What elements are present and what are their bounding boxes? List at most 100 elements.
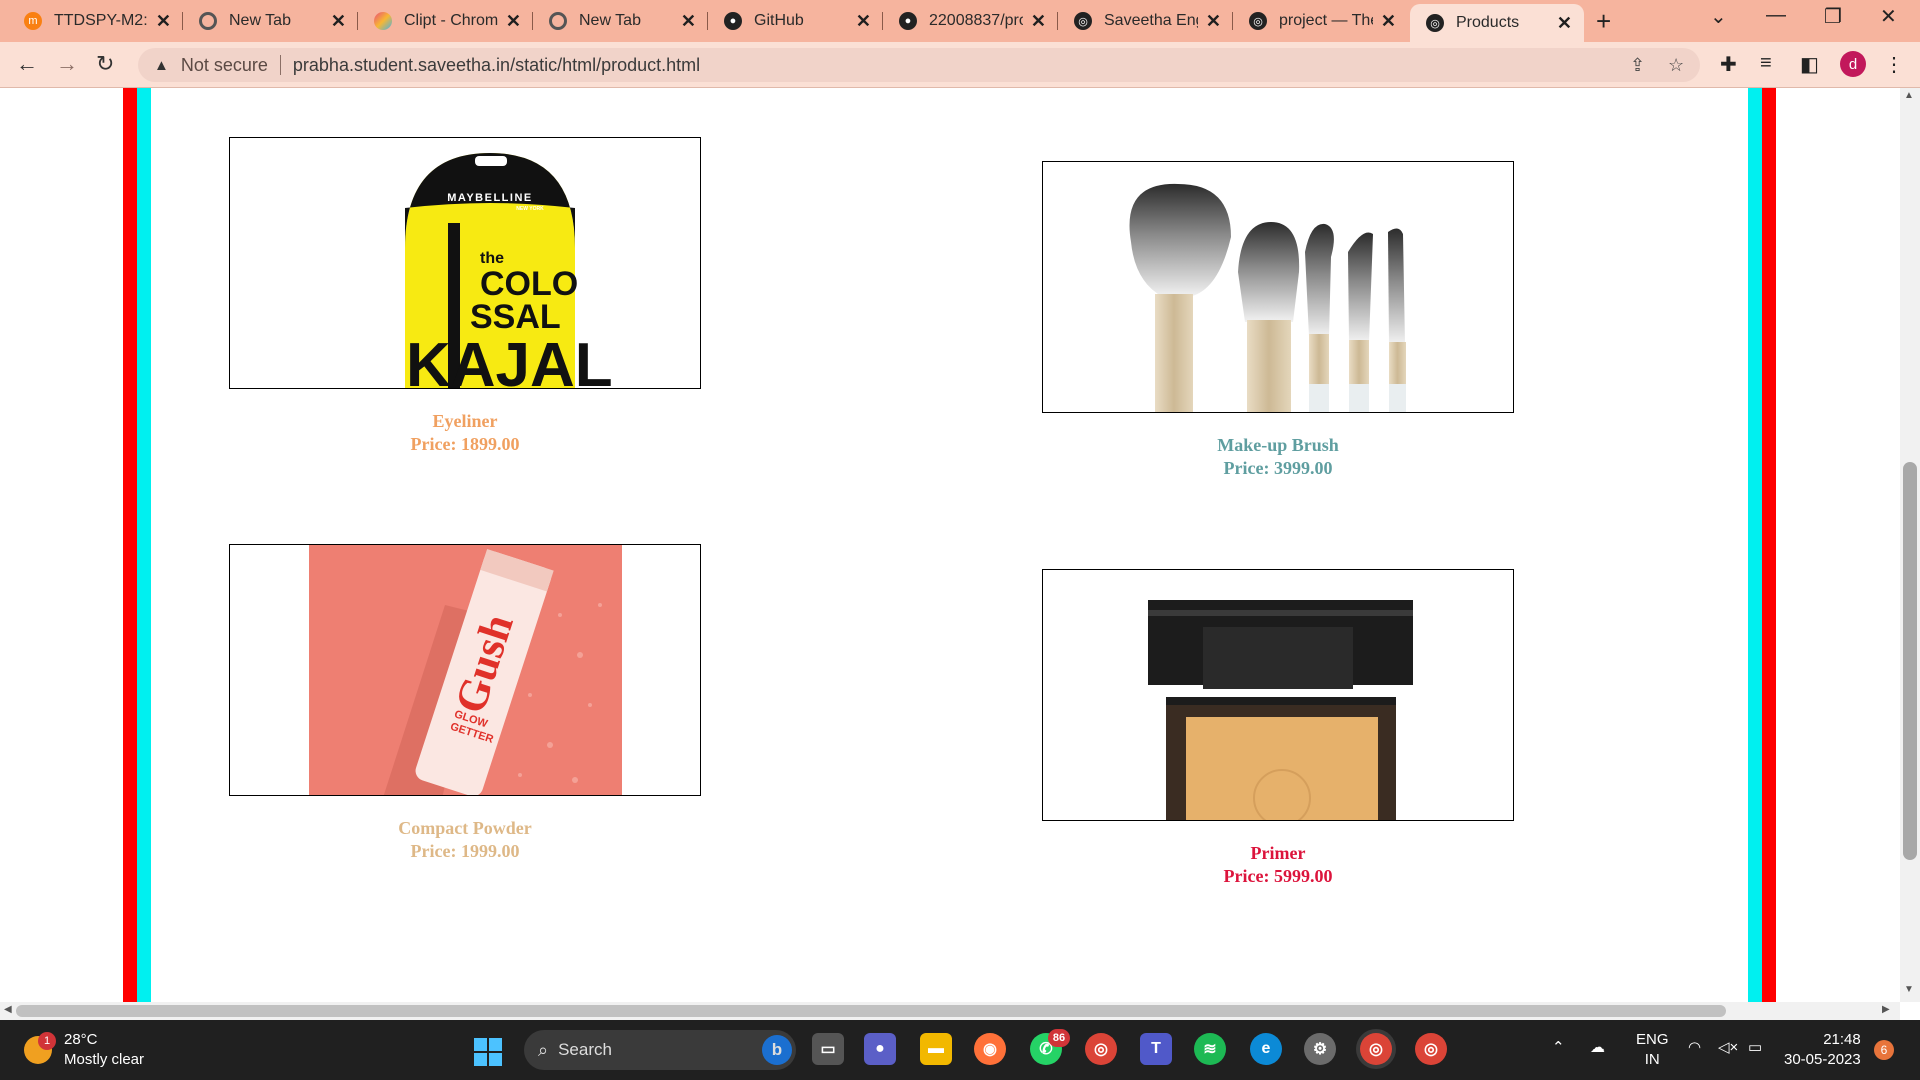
spotify-icon[interactable]: ≋ [1194, 1033, 1226, 1065]
clipt-icon [374, 12, 392, 30]
scroll-down-icon[interactable]: ▼ [1904, 984, 1914, 995]
lang-top: ENG [1636, 1031, 1669, 1048]
menu-icon[interactable]: ⋮ [1884, 52, 1904, 77]
windows-taskbar: 1 28°C Mostly clear ⌕ Search b ▭ ● ▬ ◉ ✆… [0, 1020, 1920, 1080]
product-card-eyeliner: MAYBELLINE NEW YORK the COLO SSAL KAJAL … [229, 137, 701, 456]
tab-search-icon[interactable]: ⌄ [1710, 4, 1727, 29]
language-indicator[interactable]: ENG IN [1636, 1030, 1669, 1070]
close-icon[interactable]: ✕ [1381, 11, 1396, 32]
product-image-primer[interactable] [1042, 569, 1514, 821]
whatsapp-icon[interactable]: ✆ 86 [1030, 1029, 1070, 1065]
bing-icon[interactable]: b [762, 1035, 792, 1065]
restore-icon[interactable]: ❐ [1824, 4, 1842, 29]
product-card-brush: Make-up Brush Price: 3999.00 [1042, 161, 1514, 480]
scroll-up-icon[interactable]: ▲ [1904, 90, 1914, 101]
kajal-line4: KAJAL [406, 331, 613, 388]
tab-project[interactable]: ◎ project — The ✕ [1233, 4, 1408, 38]
tab-github-repo[interactable]: ● 22008837/pro ✕ [883, 4, 1058, 38]
lang-bottom: IN [1644, 1051, 1660, 1068]
kajal-brand-sub: NEW YORK [516, 206, 544, 212]
tab-title: project — The [1279, 12, 1373, 29]
star-icon[interactable]: ☆ [1668, 55, 1684, 76]
minimize-icon[interactable]: — [1766, 4, 1786, 27]
battery-icon[interactable]: ▭ [1748, 1038, 1762, 1056]
tab-title: Saveetha Engi [1104, 12, 1198, 29]
reload-icon[interactable]: ↻ [96, 51, 114, 77]
kajal-brand: MAYBELLINE [447, 192, 533, 204]
product-price: Price: 5999.00 [1223, 866, 1333, 886]
side-panel-icon[interactable]: ◧ [1800, 52, 1819, 77]
tab-new-tab-2[interactable]: New Tab ✕ [533, 4, 708, 38]
back-icon[interactable]: ← [16, 51, 38, 77]
compact-image [1148, 600, 1413, 820]
chrome-icon[interactable]: ◎ [1085, 1033, 1117, 1065]
edge-icon[interactable]: e [1250, 1033, 1282, 1065]
close-icon[interactable]: ✕ [156, 11, 171, 32]
tab-github[interactable]: ● GitHub ✕ [708, 4, 883, 38]
product-name: Compact Powder [398, 818, 532, 838]
taskbar-search[interactable]: ⌕ Search b [524, 1030, 796, 1070]
tab-title: Clipt - Chrome [404, 12, 498, 29]
product-price: Price: 1899.00 [410, 434, 520, 454]
temperature: 28°C [64, 1031, 98, 1048]
onedrive-icon[interactable]: ☁ [1590, 1038, 1605, 1056]
task-view-icon[interactable]: ▭ [812, 1033, 844, 1065]
chrome-alt-icon[interactable]: ◎ [1415, 1033, 1447, 1065]
firefox-icon[interactable]: ◉ [974, 1033, 1006, 1065]
tab-new-tab-1[interactable]: New Tab ✕ [183, 4, 358, 38]
tab-saveetha[interactable]: ◎ Saveetha Engi ✕ [1058, 4, 1233, 38]
globe-icon: ◎ [1074, 12, 1092, 30]
product-name: Primer [1250, 843, 1306, 863]
chat-icon[interactable]: ● [864, 1033, 896, 1065]
tab-title: New Tab [229, 12, 291, 29]
weather-widget[interactable]: 1 28°C Mostly clear [24, 1030, 144, 1070]
close-icon[interactable]: ✕ [506, 11, 521, 32]
extensions-icon[interactable]: ✚ [1720, 52, 1737, 77]
tray-overflow-icon[interactable]: ⌃ [1552, 1038, 1565, 1056]
new-tab-button[interactable]: + [1596, 6, 1611, 37]
volume-muted-icon[interactable]: ◁× [1718, 1038, 1738, 1056]
product-image-compact-powder[interactable]: Gush GLOW GETTER [229, 544, 701, 796]
wifi-icon[interactable]: ◠ [1688, 1038, 1701, 1056]
url-text[interactable]: prabha.student.saveetha.in/static/html/p… [293, 55, 700, 76]
start-button[interactable] [474, 1038, 502, 1066]
media-icon[interactable]: ≡ [1760, 52, 1772, 75]
forward-icon[interactable]: → [56, 51, 78, 77]
system-clock[interactable]: 21:48 30-05-2023 [1784, 1030, 1861, 1070]
product-image-brush[interactable] [1042, 161, 1514, 413]
chrome-profile-icon[interactable]: ◎ [1360, 1033, 1392, 1065]
close-icon[interactable]: ✕ [681, 11, 696, 32]
left-red-stripe [123, 88, 137, 1002]
weather-condition: Mostly clear [64, 1051, 145, 1068]
product-card-compact-powder: Gush GLOW GETTER Compact Powder Price: 1… [229, 544, 701, 863]
tab-clipt[interactable]: Clipt - Chrome ✕ [358, 4, 533, 38]
teams-icon[interactable]: T [1140, 1033, 1172, 1065]
tab-strip: m TTDSPY-M2: M ✕ New Tab ✕ Clipt - Chrom… [0, 0, 1920, 42]
product-image-eyeliner[interactable]: MAYBELLINE NEW YORK the COLO SSAL KAJAL [229, 137, 701, 389]
share-icon[interactable]: ⇪ [1630, 55, 1645, 76]
close-icon[interactable]: ✕ [1206, 11, 1221, 32]
tube-image: Gush GLOW GETTER [309, 545, 622, 795]
profile-avatar[interactable]: d [1840, 51, 1866, 77]
github-icon: ● [724, 12, 742, 30]
product-price: Price: 1999.00 [410, 841, 520, 861]
file-explorer-icon[interactable]: ▬ [920, 1033, 952, 1065]
notification-badge[interactable]: 6 [1874, 1040, 1894, 1060]
tab-moodle[interactable]: m TTDSPY-M2: M ✕ [8, 4, 183, 38]
close-icon[interactable]: ✕ [856, 11, 871, 32]
close-icon[interactable]: ✕ [1557, 13, 1572, 34]
tab-products[interactable]: ◎ Products ✕ [1410, 4, 1584, 42]
horizontal-scroll-thumb[interactable] [16, 1005, 1726, 1017]
chrome-icon [549, 12, 567, 30]
settings-icon[interactable]: ⚙ [1304, 1033, 1336, 1065]
address-bar[interactable]: ▲ Not secure prabha.student.saveetha.in/… [138, 48, 1700, 82]
scroll-left-icon[interactable]: ◀ [4, 1004, 12, 1015]
close-icon[interactable]: ✕ [331, 11, 346, 32]
close-icon[interactable]: ✕ [1031, 11, 1046, 32]
warning-icon[interactable]: ▲ [154, 57, 169, 74]
close-window-icon[interactable]: ✕ [1880, 4, 1897, 29]
vertical-scroll-thumb[interactable] [1903, 462, 1917, 860]
scroll-right-icon[interactable]: ▶ [1882, 1004, 1890, 1015]
divider [279, 55, 281, 75]
security-label[interactable]: Not secure [181, 55, 268, 76]
